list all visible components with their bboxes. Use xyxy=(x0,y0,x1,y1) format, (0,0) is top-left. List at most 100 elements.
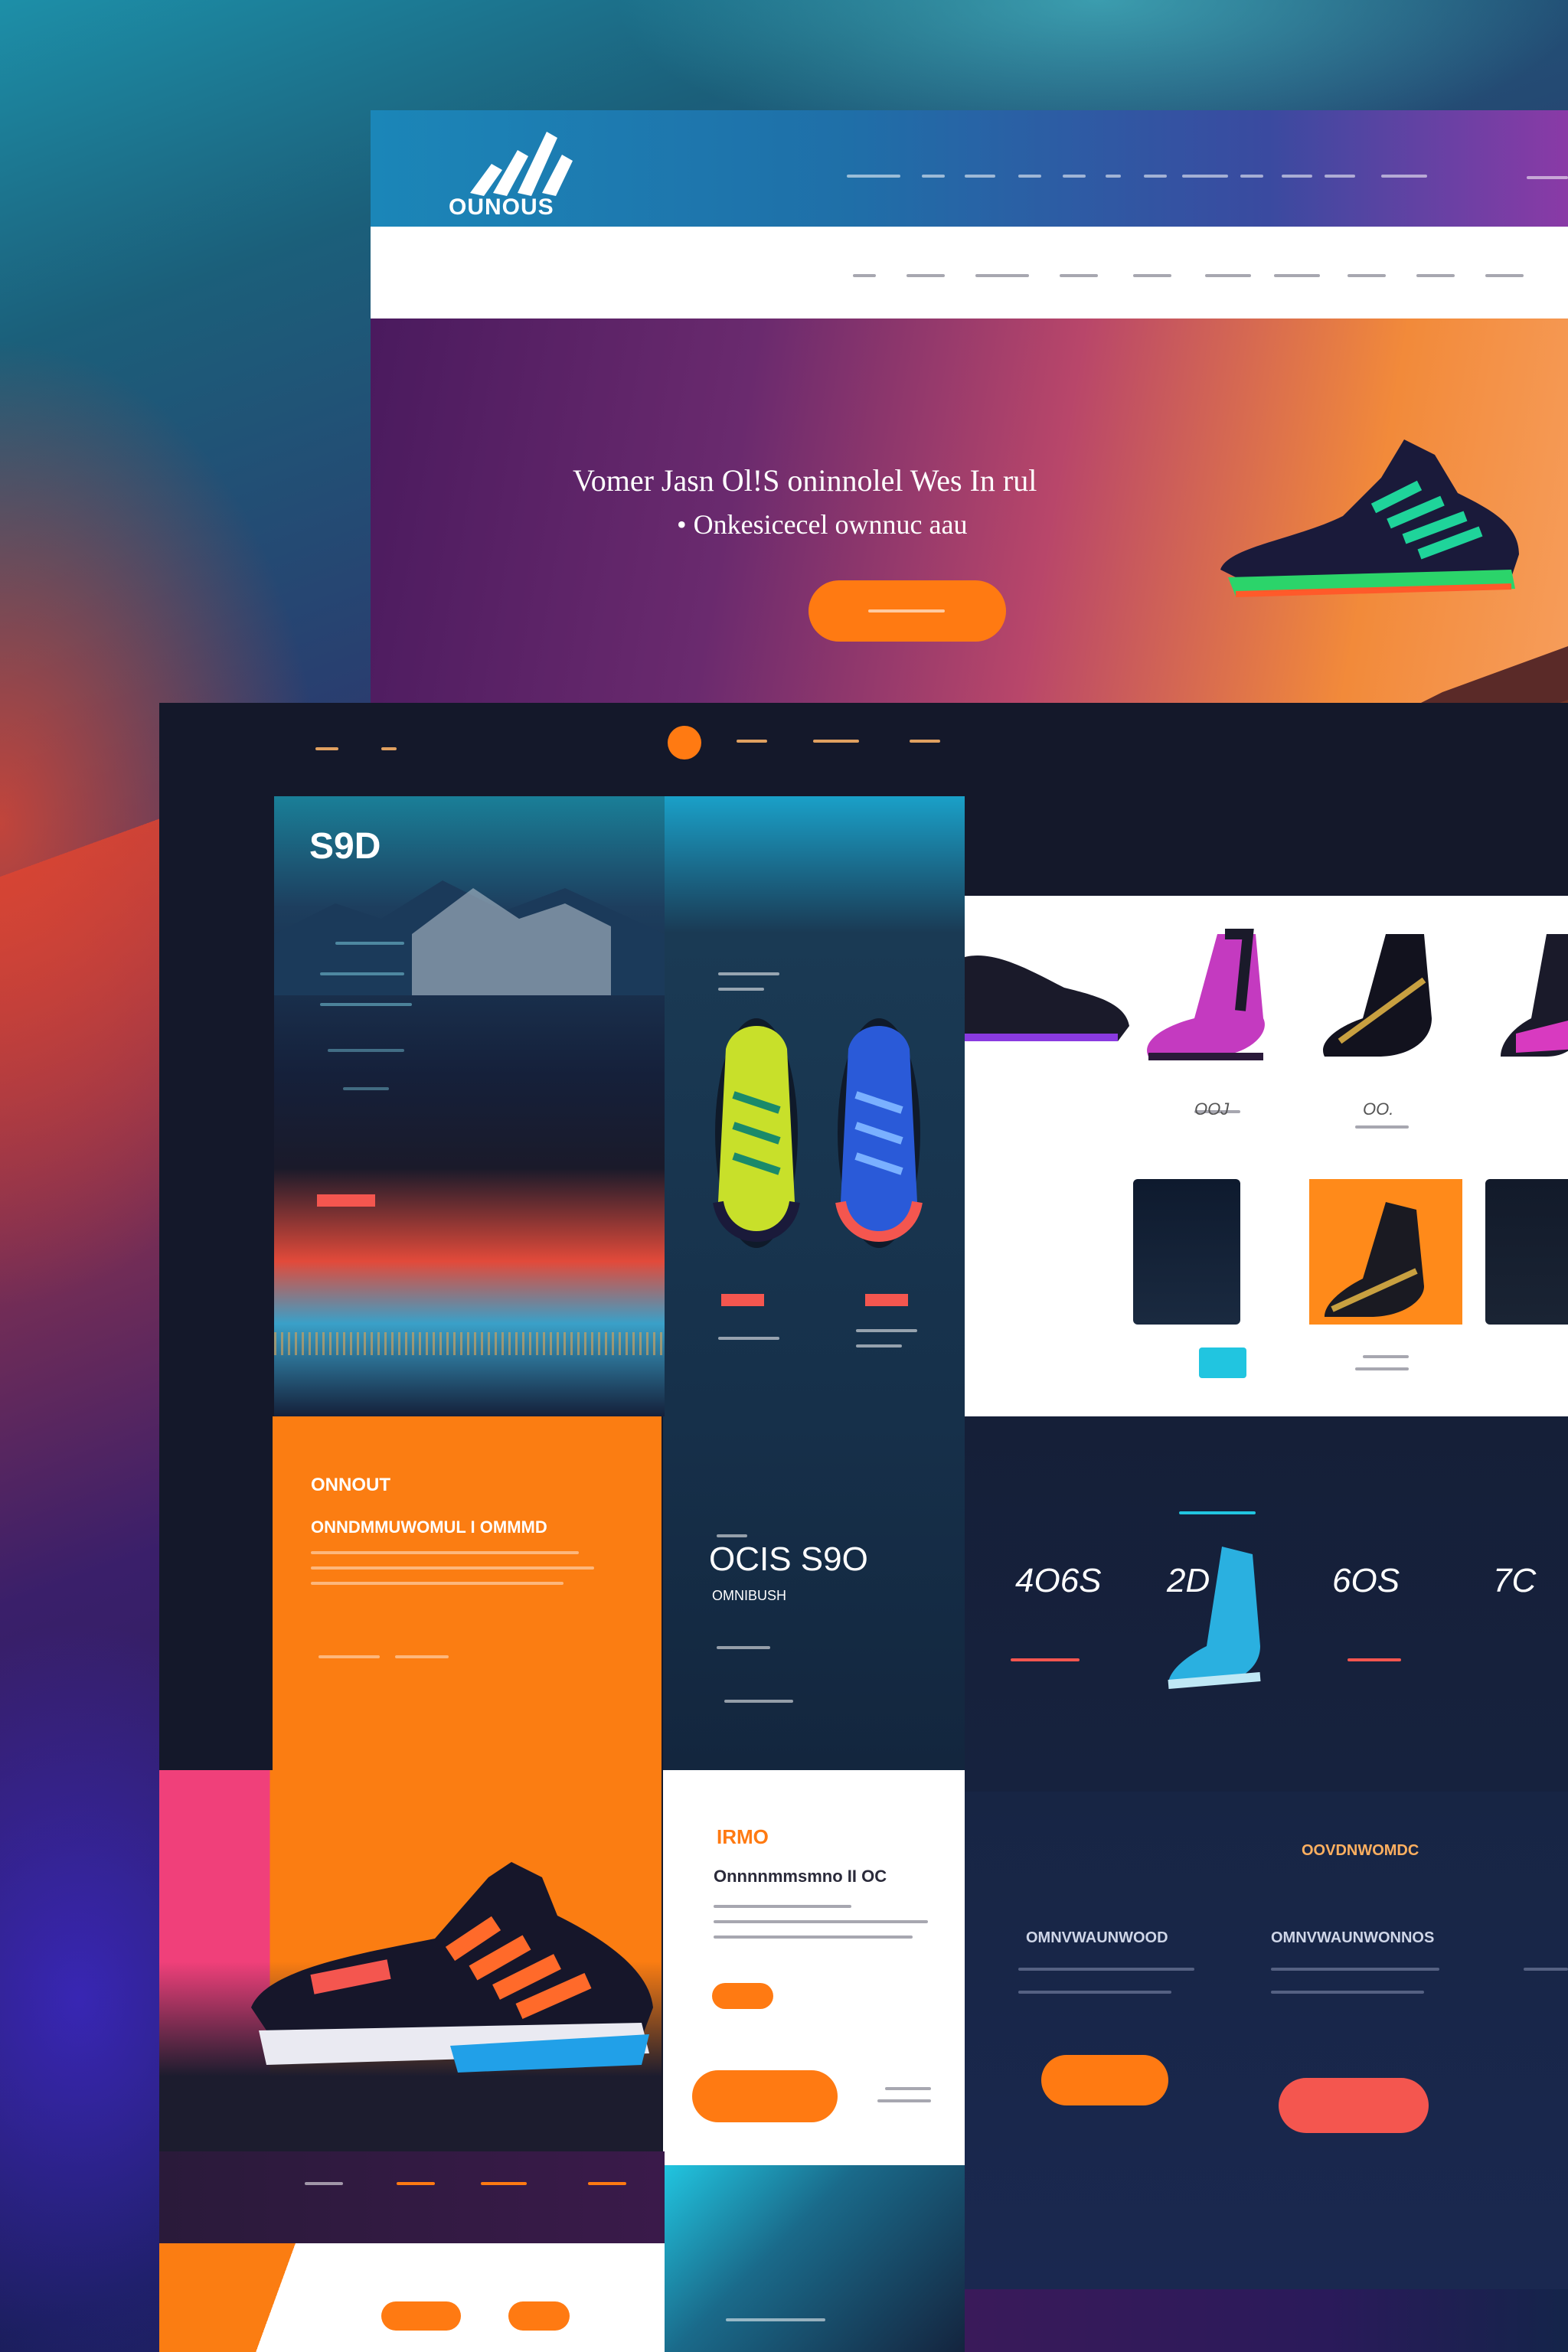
sneaker-icon[interactable] xyxy=(1309,926,1462,1072)
blue-sneaker-icon[interactable] xyxy=(825,1003,933,1263)
card-text-line xyxy=(714,1905,851,1908)
card-text-line xyxy=(1271,1968,1439,1971)
bottom-cyan-panel xyxy=(665,2165,965,2352)
nav-link[interactable] xyxy=(1282,175,1312,178)
sub-nav-link[interactable] xyxy=(1348,274,1386,277)
card-text-line xyxy=(717,1646,770,1649)
nav-link[interactable] xyxy=(1381,175,1427,178)
card-text-line xyxy=(856,1329,917,1332)
sneaker-promo-card[interactable] xyxy=(159,1770,662,2153)
product-price-line xyxy=(1363,1355,1409,1358)
dark-nav-link[interactable] xyxy=(910,740,940,743)
orange-info-card[interactable]: ONNOUT ONNDMMUWOMUL I OMMMD xyxy=(273,1416,662,1770)
dark-nav-link[interactable] xyxy=(813,740,859,743)
sub-nav-link[interactable] xyxy=(853,274,876,277)
nav-link[interactable] xyxy=(1106,175,1121,178)
nav-link[interactable] xyxy=(1325,175,1355,178)
cyan-sneaker-icon[interactable] xyxy=(1161,1539,1298,1692)
shoes-pair-card[interactable] xyxy=(665,796,965,1416)
stat-value: 4O6S xyxy=(1015,1562,1102,1599)
card-text-line xyxy=(714,1936,913,1939)
card-text-line xyxy=(320,972,404,975)
card-text-line xyxy=(1018,1968,1194,1971)
dark-nav-link[interactable] xyxy=(381,747,397,750)
info-blocks-area: OOVDNWOMDC OMNVWAUNWOOD OMNVWAUNWONNOS xyxy=(965,1792,1568,2289)
orange-stripe-sneaker-icon[interactable] xyxy=(236,1854,662,2107)
card-text-line xyxy=(320,1003,412,1006)
sub-nav-link[interactable] xyxy=(1485,274,1524,277)
sub-nav-link[interactable] xyxy=(906,274,945,277)
sneaker-icon[interactable] xyxy=(965,926,1133,1049)
sneaker-icon[interactable] xyxy=(1133,926,1302,1072)
card-text-line xyxy=(714,1920,928,1923)
bottom-orange-panel xyxy=(159,2243,665,2352)
footer-link[interactable] xyxy=(397,2182,435,2185)
nav-link[interactable] xyxy=(965,175,995,178)
card-text-line xyxy=(1524,1968,1568,1971)
hero-cta-label xyxy=(868,609,945,612)
product-price-line xyxy=(1355,1125,1409,1129)
nav-link[interactable] xyxy=(1018,175,1041,178)
footer-orange-button[interactable] xyxy=(508,2301,570,2331)
nav-link[interactable] xyxy=(1063,175,1086,178)
card-text-line xyxy=(717,1534,747,1537)
footer-link[interactable] xyxy=(481,2182,527,2185)
sneaker-icon[interactable] xyxy=(1317,1194,1455,1325)
card-text-line xyxy=(718,988,764,991)
promo-link[interactable] xyxy=(885,2087,931,2090)
nav-link[interactable] xyxy=(1527,176,1568,179)
green-sneaker-icon[interactable] xyxy=(703,1003,810,1263)
sub-nav-link[interactable] xyxy=(1133,274,1171,277)
dark-nav-link[interactable] xyxy=(315,747,338,750)
info-block-title: OMNVWAUNWOOD xyxy=(1026,1929,1168,1946)
brand-logo-text: OUNOUS xyxy=(449,194,554,220)
card-accent-button[interactable] xyxy=(721,1294,764,1306)
mountain-card[interactable]: S9D xyxy=(274,796,665,1416)
product-grid: OOJ OO. xyxy=(965,896,1568,1416)
card-accent-button[interactable] xyxy=(317,1194,375,1207)
promo-cta-button[interactable] xyxy=(692,2070,838,2122)
promo-small-button[interactable] xyxy=(712,1983,773,2009)
nav-link[interactable] xyxy=(847,175,900,178)
sub-nav-link[interactable] xyxy=(1205,274,1251,277)
dark-stat-card[interactable]: OCIS S9O OMNIBUSH xyxy=(663,1416,965,1770)
product-price: OOJ xyxy=(1194,1099,1230,1119)
sub-nav-link[interactable] xyxy=(1060,274,1098,277)
product-cyan-badge[interactable] xyxy=(1199,1348,1246,1378)
stat-value: 7C xyxy=(1493,1562,1537,1599)
info-coral-button[interactable] xyxy=(1279,2078,1429,2133)
sub-nav-link[interactable] xyxy=(975,274,1029,277)
card-text-line xyxy=(1011,1658,1080,1661)
nav-link[interactable] xyxy=(1182,175,1228,178)
nav-link[interactable] xyxy=(1240,175,1263,178)
sub-nav-link[interactable] xyxy=(1416,274,1455,277)
sub-nav-link[interactable] xyxy=(1274,274,1320,277)
orange-dot-icon[interactable] xyxy=(668,726,701,760)
product-bag-image[interactable] xyxy=(1485,1179,1568,1325)
card-text-line xyxy=(395,1655,449,1658)
sub-nav-bar xyxy=(371,227,1568,318)
footer-link[interactable] xyxy=(588,2182,626,2185)
hero-sneaker-icon[interactable] xyxy=(1205,424,1534,623)
card-text-line xyxy=(311,1582,564,1585)
dark-card-price: OCIS S9O xyxy=(709,1540,868,1578)
card-accent-button[interactable] xyxy=(865,1294,908,1306)
nav-link[interactable] xyxy=(922,175,945,178)
footer-link[interactable] xyxy=(305,2182,343,2185)
dark-nav-link[interactable] xyxy=(737,740,767,743)
card-text-line xyxy=(724,1700,793,1703)
card-text-line xyxy=(1018,1991,1171,1994)
nav-link[interactable] xyxy=(1144,175,1167,178)
footer-orange-button[interactable] xyxy=(381,2301,461,2331)
info-orange-button[interactable] xyxy=(1041,2055,1168,2105)
card-text-line xyxy=(1271,1991,1424,1994)
white-promo-card[interactable]: IRMO Onnnnmmsmno II OC xyxy=(663,1770,965,2165)
card-text-line xyxy=(318,1655,380,1658)
product-bag-image[interactable] xyxy=(1133,1179,1240,1325)
promo-link[interactable] xyxy=(877,2099,931,2102)
footer-link[interactable] xyxy=(726,2318,825,2321)
card-text-line xyxy=(328,1049,404,1052)
sneaker-icon[interactable] xyxy=(1501,926,1568,1072)
hero-headline: Vomer Jasn Ol!S oninnolel Wes In rul xyxy=(573,463,1037,498)
card-text-line xyxy=(311,1566,594,1570)
